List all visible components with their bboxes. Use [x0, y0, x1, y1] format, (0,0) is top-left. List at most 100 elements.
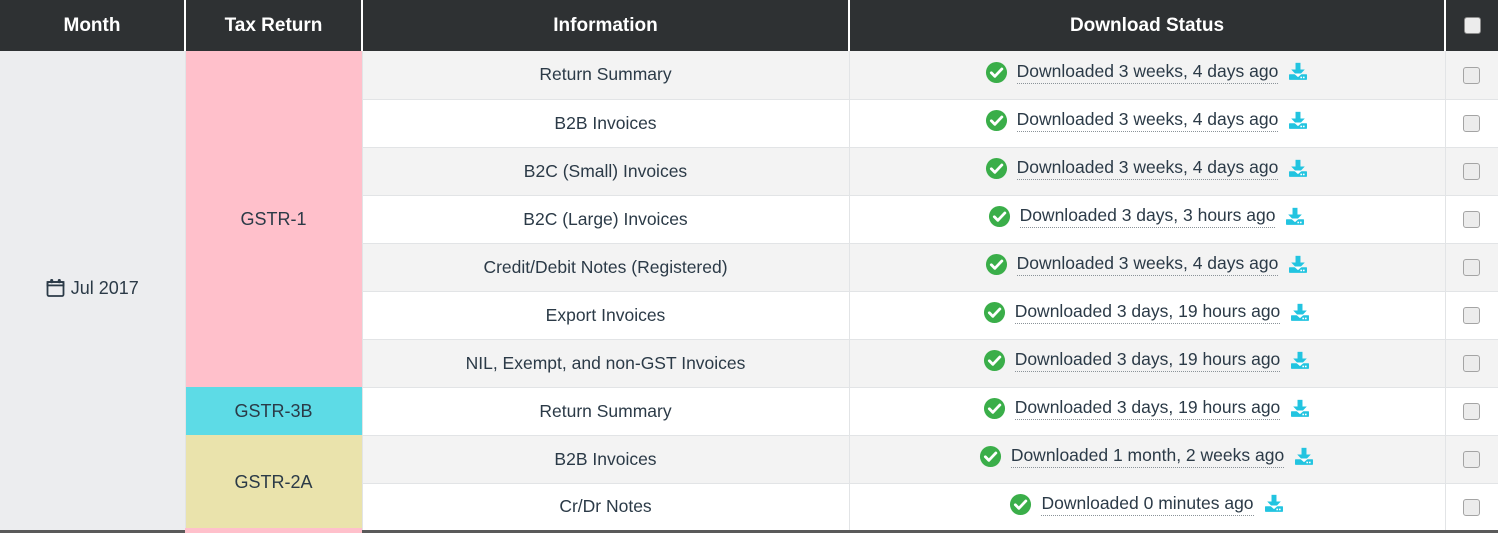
download-status-text[interactable]: Downloaded 3 days, 19 hours ago [1014, 349, 1281, 372]
calendar-icon-svg [46, 279, 65, 297]
row-select-checkbox[interactable] [1463, 307, 1481, 325]
download-status-cell: Downloaded 3 days, 3 hours ago [849, 195, 1446, 244]
column-header-tax-return[interactable]: Tax Return [185, 0, 363, 51]
download-icon[interactable] [1289, 350, 1311, 372]
column-header-information[interactable]: Information [362, 0, 850, 51]
download-status-cell: Downloaded 3 weeks, 4 days ago [849, 51, 1446, 100]
check-circle-icon-svg [985, 61, 1007, 83]
download-status-text[interactable]: Downloaded 3 weeks, 4 days ago [1016, 109, 1279, 132]
check-circle-icon-svg [985, 109, 1007, 132]
row-select-cell [1445, 339, 1498, 388]
download-icon-svg [1264, 494, 1283, 512]
download-status-text[interactable]: Downloaded 3 days, 19 hours ago [1014, 397, 1281, 420]
table-row: Jul 2017 GSTR-1 Return Summary Downloaded 3… [0, 51, 1498, 533]
information-cell: B2C (Small) Invoices [362, 147, 850, 196]
download-status-text[interactable]: Downloaded 3 weeks, 4 days ago [1016, 157, 1279, 180]
row-select-cell [1445, 387, 1498, 436]
information-cell: NIL, Exempt, and non-GST Invoices [362, 339, 850, 388]
information-cell: Return Summary [362, 51, 850, 100]
check-circle-icon-svg [985, 157, 1007, 180]
download-status-cell: Downloaded 3 weeks, 4 days ago [849, 147, 1446, 196]
download-icon[interactable] [1287, 110, 1309, 132]
download-icon[interactable] [1293, 446, 1315, 468]
download-status-text[interactable]: Downloaded 3 days, 3 hours ago [1019, 205, 1276, 228]
row-select-cell [1445, 51, 1498, 100]
check-circle-icon [988, 205, 1011, 228]
row-select-checkbox[interactable] [1463, 259, 1481, 277]
download-status-text[interactable]: Downloaded 1 month, 2 weeks ago [1010, 445, 1285, 468]
download-status-text[interactable]: Downloaded 3 weeks, 4 days ago [1016, 253, 1279, 276]
tax-return-cell-gstr-1[interactable]: GSTR-1 [185, 51, 363, 387]
check-circle-icon-svg [983, 349, 1005, 372]
download-icon[interactable] [1287, 254, 1309, 276]
month-label: Jul 2017 [70, 277, 139, 298]
tax-return-cell-gstr-2a[interactable]: GSTR-2A [185, 435, 363, 533]
download-status-table-container: Month Tax Return Information Download St… [0, 0, 1498, 533]
check-circle-icon [983, 301, 1006, 324]
check-circle-icon-svg [988, 205, 1010, 228]
row-select-cell [1445, 435, 1498, 484]
download-icon-svg [1289, 159, 1308, 177]
table-row: GSTR-3B Return Summary Downloaded 3 days, … [0, 387, 1498, 436]
column-header-month[interactable]: Month [0, 0, 186, 51]
download-icon-svg [1291, 399, 1310, 417]
download-icon-svg [1289, 255, 1308, 273]
check-circle-icon-svg [983, 301, 1005, 324]
download-status-cell: Downloaded 3 days, 19 hours ago [849, 387, 1446, 436]
information-cell: B2C (Large) Invoices [362, 195, 850, 244]
row-select-checkbox[interactable] [1463, 498, 1481, 516]
download-icon[interactable] [1289, 302, 1311, 324]
table-body: Jul 2017 GSTR-1 Return Summary Downloaded 3… [0, 51, 1498, 533]
row-select-cell [1445, 195, 1498, 244]
check-circle-icon-svg [985, 253, 1007, 276]
download-status-text[interactable]: Downloaded 3 days, 19 hours ago [1014, 301, 1281, 324]
information-cell: B2B Invoices [362, 99, 850, 148]
information-cell: Export Invoices [362, 291, 850, 340]
download-status-text[interactable]: Downloaded 0 minutes ago [1041, 493, 1254, 516]
check-circle-icon-svg [983, 397, 1005, 420]
tax-return-cell-gstr-3b[interactable]: GSTR-3B [185, 387, 363, 435]
table-header-row: Month Tax Return Information Download St… [0, 0, 1498, 51]
row-select-checkbox[interactable] [1463, 211, 1481, 229]
row-select-cell [1445, 243, 1498, 292]
check-circle-icon [979, 445, 1002, 468]
download-icon-svg [1291, 351, 1310, 369]
download-icon-svg [1291, 303, 1310, 321]
download-status-cell: Downloaded 0 minutes ago [849, 483, 1446, 533]
row-select-cell [1445, 147, 1498, 196]
download-icon[interactable] [1287, 158, 1309, 180]
download-icon[interactable] [1263, 493, 1285, 515]
download-status-cell: Downloaded 3 days, 19 hours ago [849, 339, 1446, 388]
gst-download-status-table: Month Tax Return Information Download St… [0, 0, 1498, 533]
check-circle-icon-svg [979, 445, 1001, 468]
download-icon[interactable] [1284, 206, 1306, 228]
column-header-download-status[interactable]: Download Status [849, 0, 1446, 51]
check-circle-icon [985, 253, 1008, 276]
row-select-checkbox[interactable] [1463, 355, 1481, 373]
row-select-cell [1445, 99, 1498, 148]
download-status-cell: Downloaded 3 weeks, 4 days ago [849, 243, 1446, 292]
row-select-checkbox[interactable] [1463, 67, 1481, 85]
download-icon-svg [1289, 111, 1308, 129]
row-select-checkbox[interactable] [1463, 163, 1481, 181]
row-select-checkbox[interactable] [1463, 451, 1481, 469]
row-select-checkbox[interactable] [1463, 115, 1481, 133]
check-circle-icon [985, 61, 1008, 84]
information-cell: B2B Invoices [362, 435, 850, 484]
table-header: Month Tax Return Information Download St… [0, 0, 1498, 51]
download-icon-svg [1286, 207, 1305, 225]
check-circle-icon [983, 397, 1006, 420]
download-icon[interactable] [1287, 61, 1309, 83]
information-cell: Return Summary [362, 387, 850, 436]
download-icon[interactable] [1289, 398, 1311, 420]
column-header-select-all [1445, 0, 1498, 51]
check-circle-icon [985, 157, 1008, 180]
download-status-text[interactable]: Downloaded 3 weeks, 4 days ago [1016, 61, 1279, 84]
check-circle-icon [985, 109, 1008, 132]
download-status-cell: Downloaded 3 weeks, 4 days ago [849, 99, 1446, 148]
row-select-checkbox[interactable] [1463, 403, 1481, 421]
download-icon-svg [1289, 63, 1308, 81]
select-all-checkbox[interactable] [1463, 16, 1481, 34]
check-circle-icon-svg [1010, 493, 1032, 515]
check-circle-icon [983, 349, 1006, 372]
